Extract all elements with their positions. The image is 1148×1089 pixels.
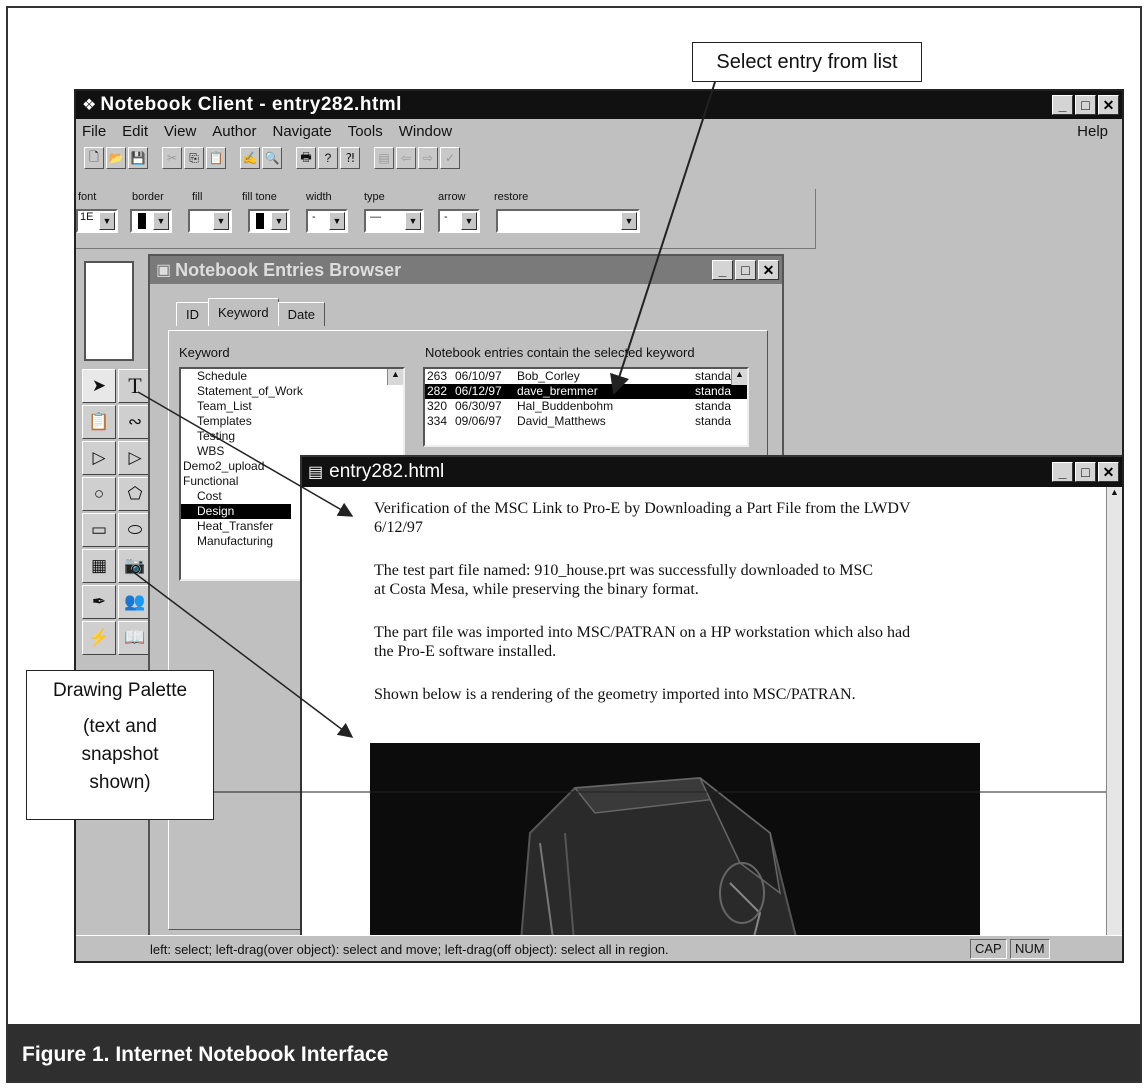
select-entry-arrow — [610, 81, 716, 395]
text-tool-arrow — [137, 391, 354, 517]
annotation-arrows — [127, 81, 1106, 793]
figure-caption: Figure 1. Internet Notebook Interface — [22, 1043, 389, 1066]
snapshot-tool-arrow — [127, 567, 354, 738]
